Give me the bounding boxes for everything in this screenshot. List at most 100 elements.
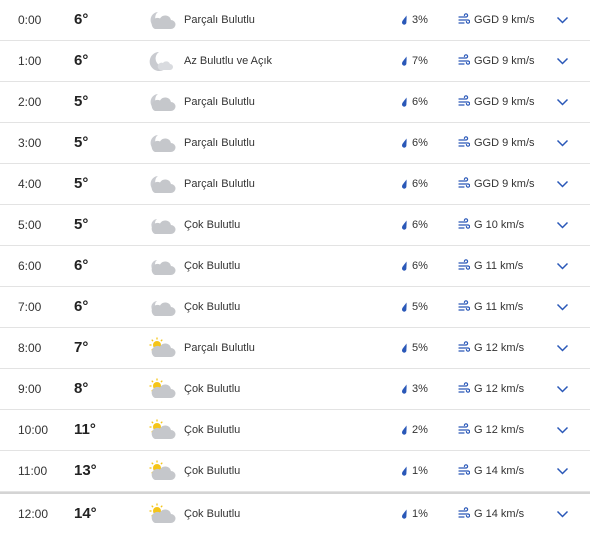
hour-label: 6:00 [18, 259, 42, 273]
mostly-clear-night-icon [147, 50, 177, 72]
condition-label: Çok Bulutlu [184, 260, 241, 272]
wind-icon [458, 177, 470, 189]
hour-label: 9:00 [18, 382, 42, 396]
hour-label: 8:00 [18, 341, 42, 355]
wind-value: G 14 km/s [474, 465, 525, 477]
temperature: 14° [74, 505, 97, 522]
chevron-down-icon[interactable] [556, 55, 569, 67]
precipitation-chance: 1% [412, 508, 428, 520]
precipitation-chance: 6% [412, 219, 428, 231]
condition-label: Parçalı Bulutlu [184, 137, 255, 149]
forecast-row[interactable]: 2:00 5° Parçalı Bulutlu 6% GGD 9 km/s [0, 82, 590, 123]
precipitation-chance: 1% [412, 465, 428, 477]
wind-icon [458, 259, 470, 271]
chevron-down-icon[interactable] [556, 301, 569, 313]
forecast-row[interactable]: 5:00 5° Çok Bulutlu 6% G 10 km/s [0, 205, 590, 246]
raindrop-icon [400, 302, 408, 312]
wind-value: GGD 9 km/s [474, 96, 535, 108]
forecast-row[interactable]: 4:00 5° Parçalı Bulutlu 6% GGD 9 km/s [0, 164, 590, 205]
wind-icon [458, 13, 470, 25]
wind-value: G 11 km/s [474, 260, 524, 272]
wind-icon [458, 507, 470, 519]
forecast-row[interactable]: 7:00 6° Çok Bulutlu 5% G 11 km/s [0, 287, 590, 328]
temperature: 5° [74, 134, 89, 151]
condition-label: Parçalı Bulutlu [184, 342, 255, 354]
chevron-down-icon[interactable] [556, 96, 569, 108]
temperature: 13° [74, 462, 97, 479]
condition-label: Parçalı Bulutlu [184, 178, 255, 190]
chevron-down-icon[interactable] [556, 137, 569, 149]
mostly-cloudy-day-icon [147, 378, 177, 400]
precipitation-chance: 3% [412, 383, 428, 395]
wind-value: GGD 9 km/s [474, 14, 535, 26]
forecast-row[interactable]: 12:00 14° Çok Bulutlu 1% G 14 km/s [0, 492, 590, 536]
hour-label: 11:00 [18, 464, 48, 478]
condition-label: Çok Bulutlu [184, 383, 241, 395]
precipitation-chance: 5% [412, 342, 428, 354]
chevron-down-icon[interactable] [556, 342, 569, 354]
chevron-down-icon[interactable] [556, 465, 569, 477]
precipitation-chance: 7% [412, 55, 428, 67]
condition-label: Çok Bulutlu [184, 219, 241, 231]
wind-value: G 12 km/s [474, 342, 525, 354]
chevron-down-icon[interactable] [556, 14, 569, 26]
wind-icon [458, 382, 470, 394]
temperature: 11° [74, 421, 96, 438]
chevron-down-icon[interactable] [556, 424, 569, 436]
precipitation-chance: 6% [412, 96, 428, 108]
wind-icon [458, 218, 470, 230]
mostly-cloudy-night-icon [147, 255, 177, 277]
chevron-down-icon[interactable] [556, 178, 569, 190]
forecast-row[interactable]: 8:00 7° Parçalı Bulutlu 5% G 12 km/s [0, 328, 590, 369]
chevron-down-icon[interactable] [556, 219, 569, 231]
forecast-row[interactable]: 10:00 11° Çok Bulutlu 2% G 12 km/s [0, 410, 590, 451]
precipitation-chance: 6% [412, 260, 428, 272]
forecast-row[interactable]: 3:00 5° Parçalı Bulutlu 6% GGD 9 km/s [0, 123, 590, 164]
hour-label: 1:00 [18, 54, 42, 68]
forecast-row[interactable]: 11:00 13° Çok Bulutlu 1% G 14 km/s [0, 451, 590, 492]
condition-label: Çok Bulutlu [184, 508, 241, 520]
temperature: 5° [74, 175, 89, 192]
forecast-row[interactable]: 1:00 6° Az Bulutlu ve Açık 7% GGD 9 km/s [0, 41, 590, 82]
chevron-down-icon[interactable] [556, 260, 569, 272]
temperature: 6° [74, 298, 89, 315]
forecast-row[interactable]: 0:00 6° Parçalı Bulutlu 3% GGD 9 km/s [0, 0, 590, 41]
wind-icon [458, 464, 470, 476]
wind-icon [458, 300, 470, 312]
chevron-down-icon[interactable] [556, 383, 569, 395]
hour-label: 12:00 [18, 507, 49, 521]
raindrop-icon [400, 384, 408, 394]
wind-icon [458, 341, 470, 353]
temperature: 6° [74, 52, 89, 69]
wind-value: G 14 km/s [474, 508, 525, 520]
condition-label: Çok Bulutlu [184, 465, 241, 477]
forecast-row[interactable]: 6:00 6° Çok Bulutlu 6% G 11 km/s [0, 246, 590, 287]
precipitation-chance: 2% [412, 424, 428, 436]
precipitation-chance: 6% [412, 137, 428, 149]
mostly-cloudy-night-icon [147, 296, 177, 318]
raindrop-icon [400, 179, 408, 189]
condition-label: Çok Bulutlu [184, 301, 241, 313]
condition-label: Az Bulutlu ve Açık [184, 55, 273, 67]
forecast-row[interactable]: 9:00 8° Çok Bulutlu 3% G 12 km/s [0, 369, 590, 410]
hour-label: 0:00 [18, 13, 42, 27]
raindrop-icon [400, 509, 408, 519]
temperature: 6° [74, 11, 89, 28]
wind-value: GGD 9 km/s [474, 178, 535, 190]
wind-icon [458, 423, 470, 435]
precipitation-chance: 6% [412, 178, 428, 190]
wind-value: GGD 9 km/s [474, 137, 535, 149]
mostly-cloudy-night-icon [147, 214, 177, 236]
wind-value: G 11 km/s [474, 301, 524, 313]
partly-cloudy-day-icon [147, 337, 177, 359]
temperature: 6° [74, 257, 89, 274]
chevron-down-icon[interactable] [556, 508, 569, 520]
raindrop-icon [400, 343, 408, 353]
condition-label: Parçalı Bulutlu [184, 96, 255, 108]
wind-icon [458, 95, 470, 107]
wind-icon [458, 136, 470, 148]
mostly-cloudy-day-icon [147, 503, 177, 525]
precipitation-chance: 5% [412, 301, 428, 313]
temperature: 5° [74, 93, 89, 110]
wind-icon [458, 54, 470, 66]
